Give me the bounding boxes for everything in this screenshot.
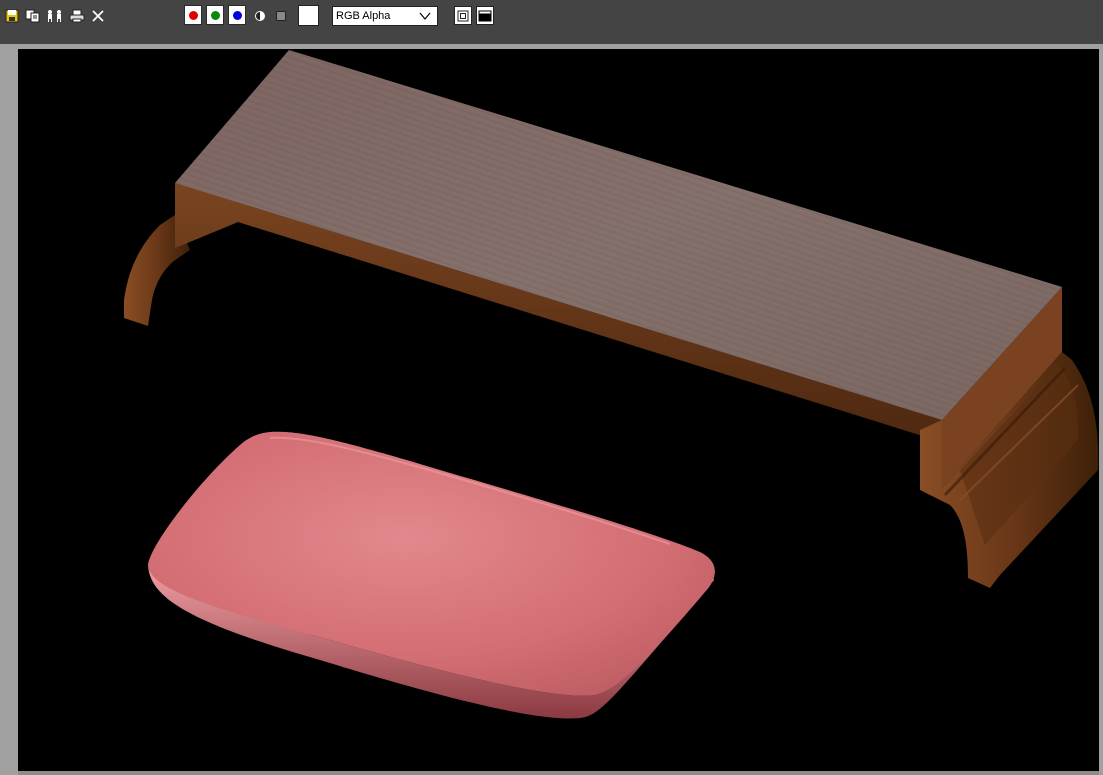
channel-display-dropdown[interactable]: RGB Alpha [332,6,438,26]
chevron-down-icon [419,12,431,20]
red-channel-toggle[interactable] [184,5,202,25]
green-dot-icon [210,10,220,20]
background-color-swatch[interactable] [298,5,319,26]
blue-channel-toggle[interactable] [228,5,246,25]
print-icon[interactable] [67,6,87,26]
overlay-icon [457,10,469,21]
blue-dot-icon [232,10,242,20]
status-strip [18,771,1099,775]
red-dot-icon [188,10,198,20]
render-viewport [18,49,1099,771]
alpha-channel-icon[interactable] [271,6,291,26]
toolbar-gutter [0,32,1103,44]
clone-icon[interactable] [45,6,65,26]
monochrome-icon[interactable] [250,6,270,26]
green-channel-toggle[interactable] [206,5,224,25]
save-icon[interactable] [2,6,22,26]
pink-cushion [148,431,715,719]
channel-display-value: RGB Alpha [336,10,391,22]
render-toolbar: RGB Alpha [0,0,1103,32]
toggle-ui-overlay-button[interactable] [454,6,472,25]
display-icon [478,10,492,21]
clear-icon[interactable] [88,6,108,26]
toggle-ui-button[interactable] [476,6,494,25]
copy-icon[interactable] [23,6,43,26]
